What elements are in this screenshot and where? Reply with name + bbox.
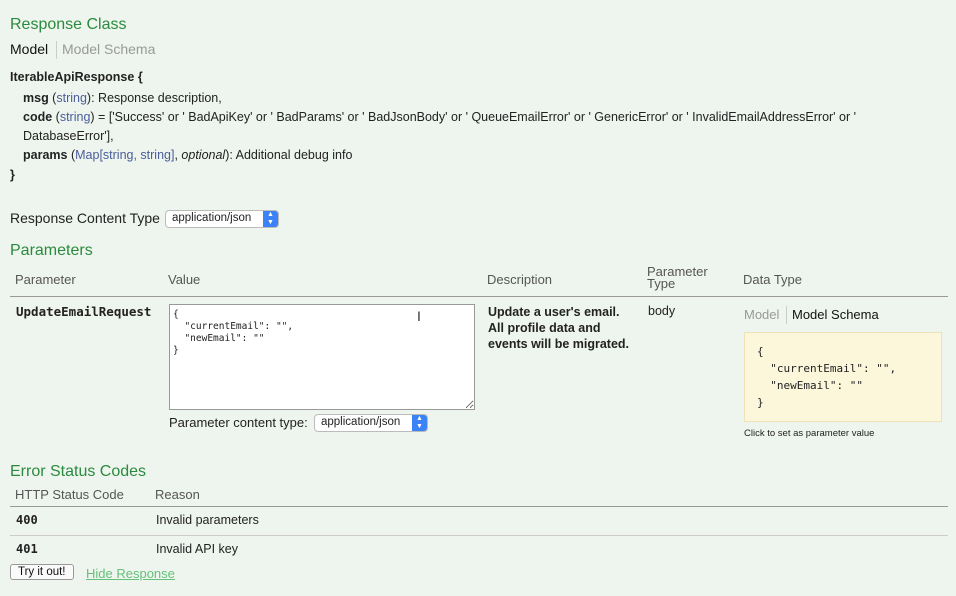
error-reason-400: Invalid parameters	[156, 513, 259, 527]
error-reason-401: Invalid API key	[156, 542, 238, 556]
schema-hint: Click to set as parameter value	[744, 428, 875, 439]
signature-schema-box[interactable]: { "currentEmail": "", "newEmail": "" }	[744, 332, 942, 422]
error-code-401: 401	[16, 542, 38, 556]
response-class-heading: Response Class	[10, 16, 127, 33]
field-msg-name: msg	[23, 91, 49, 105]
field-msg-desc: : Response description,	[91, 91, 222, 105]
error-code-400: 400	[16, 513, 38, 527]
field-code-type: string	[59, 110, 91, 124]
response-content-type-label: Response Content Type	[10, 210, 160, 226]
col-header-value: Value	[168, 272, 201, 287]
field-params-name: params	[23, 148, 68, 162]
field-params-optional: optional	[181, 148, 226, 162]
col-header-parameter-type: Parameter Type	[647, 265, 708, 291]
field-msg: msg (string): Response description,	[23, 91, 222, 105]
parameters-heading: Parameters	[10, 242, 93, 259]
field-msg-type: string	[56, 91, 87, 105]
hide-response-link[interactable]: Hide Response	[86, 566, 175, 581]
field-params-type: Map[string, string]	[75, 148, 175, 162]
tab-divider	[56, 41, 57, 59]
model-name: IterableApiResponse {	[10, 70, 143, 84]
model-close-brace: }	[10, 168, 15, 182]
param-type: body	[648, 304, 676, 318]
response-content-type-value: application/json	[172, 212, 252, 224]
col-header-parameter-type-2: Type	[647, 276, 676, 291]
datatype-tab-model[interactable]: Model	[744, 307, 779, 322]
field-params-desc: ): Additional debug info	[225, 148, 353, 162]
field-params: params (Map[string, string], optional): …	[23, 148, 353, 162]
errors-row-rule	[10, 535, 948, 536]
errors-header-rule	[10, 506, 948, 507]
param-content-type-label: Parameter content type:	[169, 415, 308, 430]
param-description: Update a user's email. All profile data …	[488, 305, 630, 351]
param-content-type-select[interactable]: application/json ▲ ▼	[314, 414, 428, 432]
param-name: UpdateEmailRequest	[16, 304, 152, 319]
param-content-type-value: application/json	[321, 416, 401, 428]
datatype-tab-divider	[786, 306, 787, 324]
field-code: code (string) = ['Success' or ' BadApiKe…	[23, 110, 857, 124]
col-header-reason: Reason	[155, 487, 200, 502]
select-arrows-icon: ▲ ▼	[412, 415, 427, 431]
field-code-enum-cont: DatabaseError'],	[23, 129, 114, 143]
field-code-enum: = ['Success' or ' BadApiKey' or ' BadPar…	[94, 110, 857, 124]
select-arrows-icon: ▲ ▼	[263, 211, 278, 227]
col-header-data-type: Data Type	[743, 272, 803, 287]
tab-model[interactable]: Model	[10, 41, 48, 57]
tab-model-schema[interactable]: Model Schema	[62, 41, 155, 57]
col-header-description: Description	[487, 272, 553, 287]
col-header-parameter: Parameter	[15, 272, 76, 287]
col-header-http-status-code: HTTP Status Code	[15, 487, 124, 502]
error-codes-heading: Error Status Codes	[10, 463, 147, 480]
field-code-name: code	[23, 110, 53, 124]
response-content-type-select[interactable]: application/json ▲ ▼	[165, 210, 279, 228]
param-value-textarea[interactable]: { "currentEmail": "", "newEmail": "" }	[169, 304, 475, 410]
text-cursor-icon: I	[417, 308, 421, 324]
datatype-tab-model-schema[interactable]: Model Schema	[792, 307, 879, 322]
try-it-out-button[interactable]: Try it out!	[10, 564, 74, 580]
parameters-header-rule	[10, 296, 948, 297]
